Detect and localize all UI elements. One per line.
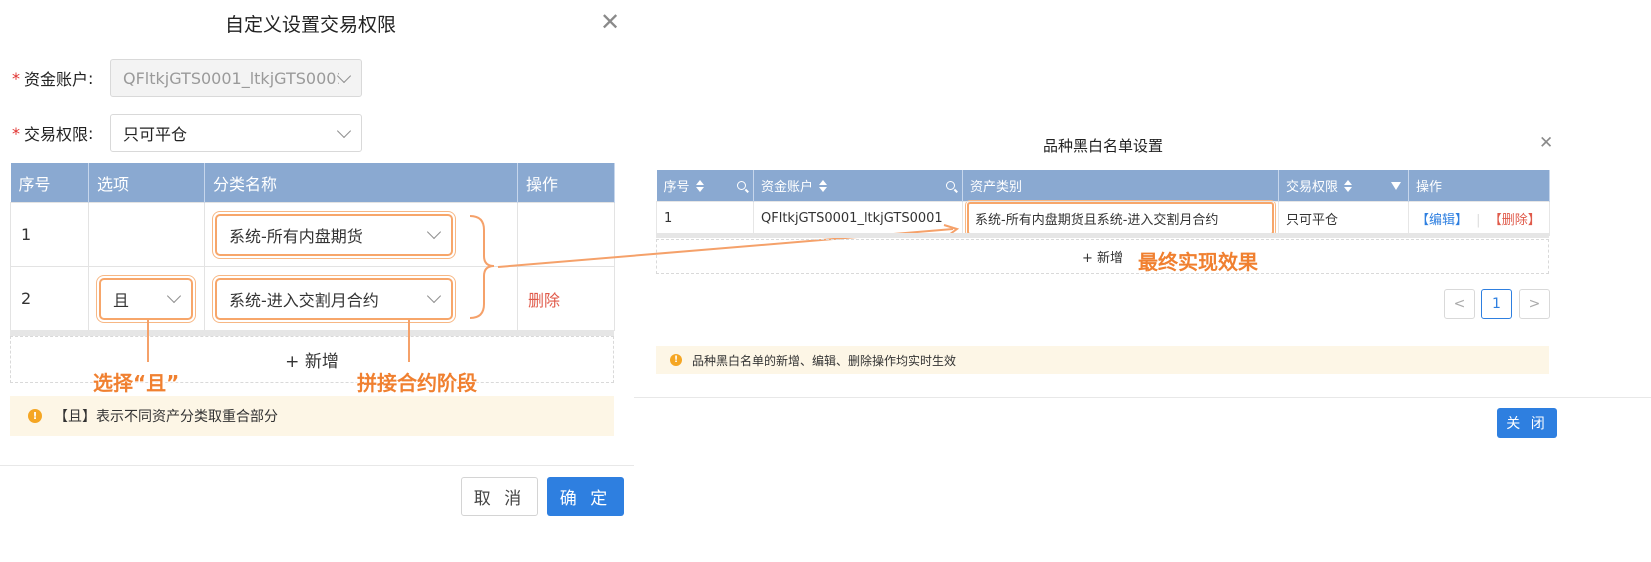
page-button[interactable]: 1 (1481, 289, 1512, 319)
column-header: 序号 (10, 163, 89, 203)
cancel-label: 取 消 (473, 489, 526, 509)
right-dialog-title: 品种黑白名单设置 (1043, 137, 1164, 155)
row-account: QFltkjGTS0001_ltkjGTS0001 (753, 201, 963, 236)
column-header: 分类名称 (204, 163, 518, 203)
row-permission: 只可平仓 (1278, 201, 1409, 236)
column-header-label: 序号 (663, 180, 690, 195)
chevron-down-icon (426, 224, 442, 240)
chevron-down-icon (336, 123, 352, 138)
column-header-label: 交易权限 (1286, 180, 1339, 195)
notice-text: 【且】表示不同资产分类取重合部分 (54, 409, 278, 425)
edit-link[interactable]: 【编辑】 (1416, 213, 1468, 228)
column-header-permission: 交易权限 (1278, 170, 1409, 202)
confirm-button[interactable]: 确 定 (547, 477, 624, 516)
action-divider: | (1476, 213, 1481, 228)
column-header-account: 资金账户 (753, 170, 963, 202)
colon: : (88, 123, 94, 143)
required-mark: * (12, 68, 20, 88)
annotation-select-and: 选择“且” (93, 371, 180, 395)
account-select[interactable]: QFltkjGTS0001_ltkjGTS0001 (110, 59, 362, 97)
row-category-highlight: 系统-所有内盘期货且系统-进入交割月合约 (967, 202, 1274, 235)
row-option (88, 202, 205, 267)
sort-icon[interactable] (1344, 179, 1353, 192)
column-header-index: 序号 (656, 170, 754, 202)
notice-text: 品种黑白名单的新增、编辑、删除操作均实时生效 (692, 353, 957, 368)
row-category: 系统-所有内盘期货且系统-进入交割月合约 (975, 213, 1219, 228)
option-select[interactable]: 且 (99, 277, 193, 320)
filter-icon[interactable] (1391, 181, 1401, 190)
category-select[interactable]: 系统-所有内盘期货 (215, 213, 453, 256)
table-header-row: 序号 选项 分类名称 操作 (10, 163, 615, 203)
sort-icon[interactable] (695, 179, 704, 192)
chevron-down-icon (336, 68, 352, 83)
category-select-value: 系统-进入交割月合约 (229, 290, 379, 310)
annotation-final-effect: 最终实现效果 (1138, 250, 1258, 274)
warning-icon: ! (670, 354, 682, 366)
row-index: 2 (10, 266, 89, 331)
close-icon[interactable]: ✕ (600, 10, 620, 34)
annotation-line (408, 320, 410, 362)
chevron-down-icon (166, 288, 182, 304)
confirm-label: 确 定 (559, 489, 612, 509)
next-page-button[interactable]: > (1519, 289, 1550, 319)
footer-divider (0, 465, 634, 466)
sort-icon[interactable] (819, 179, 828, 192)
annotation-join-stage: 拼接合约阶段 (357, 371, 477, 395)
column-header-label: 资金账户 (761, 180, 814, 195)
add-condition-label: + 新增 (285, 352, 339, 372)
account-label-group: * 资金账户 : (12, 66, 93, 90)
close-icon[interactable]: ✕ (1539, 135, 1553, 152)
prev-page-button[interactable]: < (1444, 289, 1475, 319)
left-dialog-title: 自定义设置交易权限 (225, 14, 397, 36)
table-row: 1 QFltkjGTS0001_ltkjGTS0001 系统-所有内盘期货且系统… (656, 201, 1550, 236)
account-label: 资金账户 (24, 70, 89, 89)
account-select-value: QFltkjGTS0001_ltkjGTS0001 (123, 68, 339, 88)
footer-divider (634, 397, 1651, 398)
permission-select[interactable]: 只可平仓 (110, 114, 362, 152)
add-entry-label: + 新增 (1081, 251, 1124, 266)
row-category-cell: 系统-所有内盘期货且系统-进入交割月合约 (962, 201, 1279, 236)
cancel-button[interactable]: 取 消 (461, 477, 538, 516)
permission-select-value: 只可平仓 (123, 125, 188, 144)
category-select-value: 系统-所有内盘期货 (229, 226, 363, 246)
blacklist-table: 序号 资金账户 资产类别 交易权限 操作 1 QFltkjGTS0001_ltk… (656, 170, 1550, 236)
chevron-down-icon (426, 288, 442, 304)
column-header: 选项 (88, 163, 205, 203)
add-entry-button[interactable]: + 新增 (656, 239, 1549, 274)
info-notice: ! 品种黑白名单的新增、编辑、删除操作均实时生效 (656, 346, 1549, 374)
column-header-action: 操作 (1408, 170, 1550, 202)
delete-link[interactable]: 【删除】 (1489, 213, 1541, 228)
column-header: 操作 (517, 163, 615, 203)
prev-page-label: < (1453, 296, 1466, 312)
colon: : (88, 68, 94, 88)
annotation-line (147, 320, 149, 362)
page-number: 1 (1492, 296, 1501, 312)
category-select[interactable]: 系统-进入交割月合约 (215, 277, 453, 320)
column-header-category: 资产类别 (962, 170, 1279, 202)
search-icon[interactable] (737, 181, 746, 190)
info-notice: ! 【且】表示不同资产分类取重合部分 (10, 396, 614, 436)
required-mark: * (12, 123, 20, 143)
table-header-row: 序号 资金账户 资产类别 交易权限 操作 (656, 170, 1550, 202)
option-select-value: 且 (113, 290, 130, 310)
permission-label-group: * 交易权限 : (12, 121, 93, 145)
permission-label: 交易权限 (24, 125, 89, 144)
row-index: 1 (10, 202, 89, 267)
warning-icon: ! (28, 409, 42, 423)
row-index: 1 (656, 201, 754, 236)
row-actions: 【编辑】 | 【删除】 (1408, 201, 1550, 236)
close-label: 关 闭 (1506, 416, 1548, 432)
next-page-label: > (1528, 296, 1541, 312)
search-icon[interactable] (946, 181, 955, 190)
table-scrollbar[interactable] (656, 233, 1549, 238)
close-button[interactable]: 关 闭 (1497, 408, 1557, 438)
